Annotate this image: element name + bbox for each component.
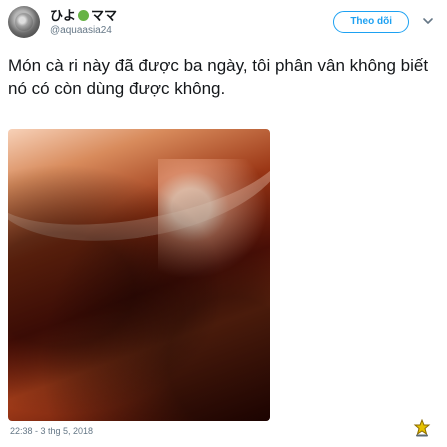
star-badge-icon[interactable] [413,419,431,437]
display-name[interactable]: ひよ ママ [50,8,117,24]
avatar[interactable] [8,6,40,38]
tweet-text: Món cà ri này đã được ba ngày, tôi phân … [8,56,429,98]
tweet-header: ひよ ママ @aquaasia24 Theo dõi [8,6,439,42]
chevron-down-icon[interactable] [422,15,434,27]
follow-button[interactable]: Theo dõi [333,11,409,33]
photo-shadow [8,129,270,421]
tweet-photo[interactable] [8,129,270,421]
tweet-timestamp[interactable]: 22:38 - 3 thg 5, 2018 [10,425,93,437]
user-handle[interactable]: @aquaasia24 [50,25,112,37]
green-face-emoji-icon [78,10,90,21]
display-name-suffix: ママ [91,8,118,23]
display-name-prefix: ひよ [50,8,77,23]
